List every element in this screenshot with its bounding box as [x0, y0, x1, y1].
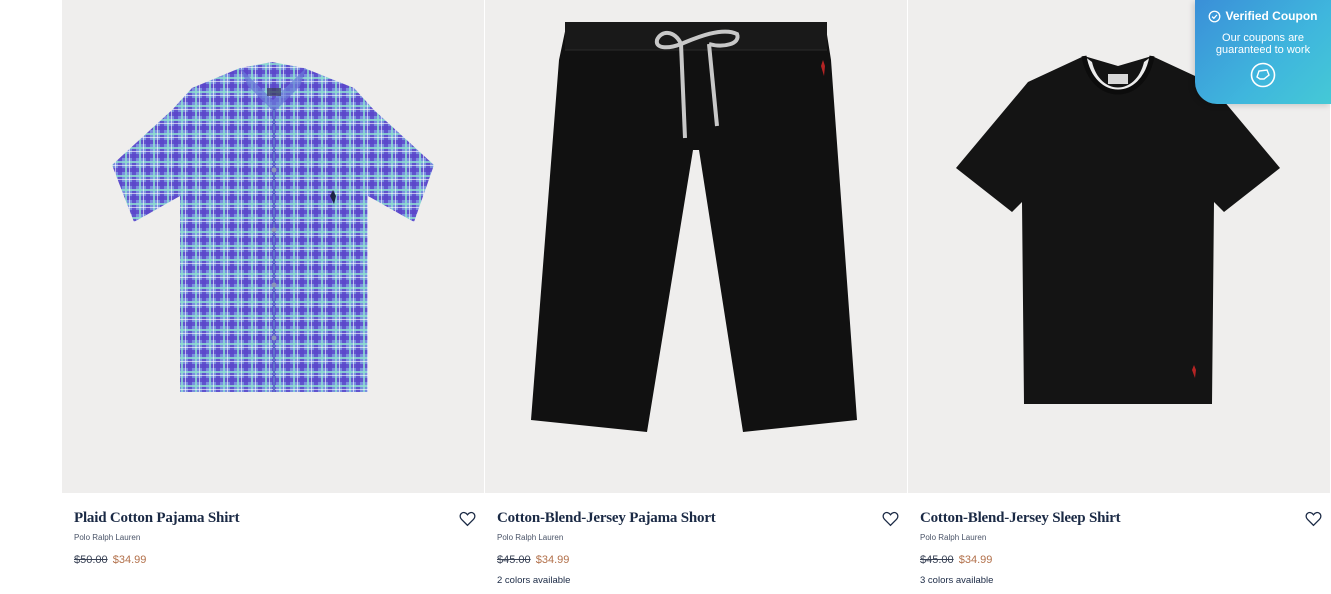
coupon-text: Our coupons are guaranteed to work: [1215, 32, 1311, 56]
plaid-shirt-image: [112, 62, 434, 392]
original-price: $45.00: [497, 554, 531, 566]
color-count[interactable]: 2 colors available: [497, 575, 895, 587]
price-row: $45.00 $34.99: [497, 553, 895, 567]
product-brand: Polo Ralph Lauren: [497, 533, 564, 542]
sale-price: $34.99: [112, 554, 147, 566]
wishlist-heart-icon[interactable]: [1305, 511, 1322, 527]
product-title[interactable]: Cotton-Blend-Jersey Pajama Short: [497, 509, 895, 527]
product-title[interactable]: Plaid Cotton Pajama Shirt: [74, 509, 472, 527]
wishlist-heart-icon[interactable]: [459, 511, 476, 527]
product-brand: Polo Ralph Lauren: [74, 533, 141, 542]
product-card[interactable]: Plaid Cotton Pajama Shirt Polo Ralph Lau…: [62, 0, 484, 594]
coupon-chat-icon[interactable]: [1250, 62, 1276, 88]
check-circle-icon: [1209, 10, 1221, 22]
price-row: $50.00 $34.99: [74, 553, 472, 567]
product-title[interactable]: Cotton-Blend-Jersey Sleep Shirt: [920, 509, 1318, 527]
sale-price: $34.99: [535, 554, 570, 566]
sale-price: $34.99: [958, 554, 993, 566]
product-grid: Plaid Cotton Pajama Shirt Polo Ralph Lau…: [62, 0, 1331, 594]
product-image[interactable]: [62, 0, 484, 493]
coupon-header: Verified Coupon: [1195, 9, 1331, 23]
product-card[interactable]: Cotton-Blend-Jersey Pajama Short Polo Ra…: [484, 0, 907, 594]
verified-coupon-widget[interactable]: Verified Coupon Our coupons are guarante…: [1195, 0, 1331, 104]
product-image[interactable]: [485, 0, 907, 493]
original-price: $50.00: [74, 554, 108, 566]
wishlist-heart-icon[interactable]: [882, 511, 899, 527]
price-row: $45.00 $34.99: [920, 553, 1318, 567]
color-count[interactable]: 3 colors available: [920, 575, 1318, 587]
product-brand: Polo Ralph Lauren: [920, 533, 987, 542]
coupon-title: Verified Coupon: [1225, 9, 1318, 23]
original-price: $45.00: [920, 554, 954, 566]
pajama-short-image: [531, 22, 857, 432]
